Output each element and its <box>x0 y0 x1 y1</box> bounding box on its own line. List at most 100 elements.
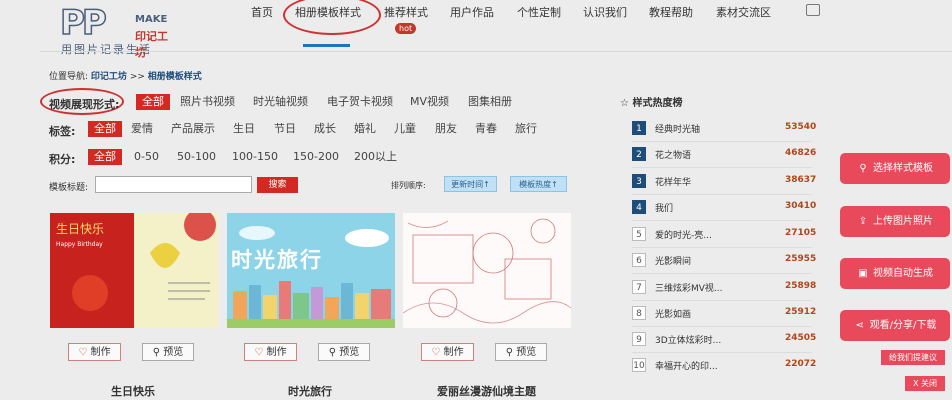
filter-points-50-100[interactable]: 50-100 <box>171 149 222 165</box>
filter-tag-wedding[interactable]: 婚礼 <box>348 121 382 137</box>
ranking-value: 30410 <box>785 201 817 211</box>
ranking-name[interactable]: 爱的时光-亮... <box>655 228 712 241</box>
heart-icon: ♡ <box>254 347 264 358</box>
filter-tag-growth[interactable]: 成长 <box>308 121 342 137</box>
ranking-name[interactable]: 三维炫彩MV视... <box>655 281 723 294</box>
tool-select-template[interactable]: ⚲ 选择样式模板 <box>840 153 950 184</box>
search-icon: ⚲ <box>859 163 867 174</box>
filter-tag-all[interactable]: 全部 <box>88 121 122 137</box>
search-input[interactable] <box>95 176 252 193</box>
ranking-row[interactable]: 7 三维炫彩MV视... 25898 <box>632 280 816 294</box>
filter-format-photobook[interactable]: 照片书视频 <box>174 94 241 110</box>
filter-tag-product[interactable]: 产品展示 <box>165 121 221 137</box>
nav-home[interactable]: 首页 <box>251 4 273 20</box>
preview-button-birthday[interactable]: ⚲ 预览 <box>142 343 194 361</box>
ranking-row[interactable]: 9 3D立体炫彩时... 24505 <box>632 332 816 346</box>
video-icon: ▣ <box>858 268 868 279</box>
filter-format-gallery[interactable]: 图集相册 <box>462 94 518 110</box>
filter-tag-love[interactable]: 爱情 <box>125 121 159 137</box>
filter-tag-travel[interactable]: 旅行 <box>509 121 543 137</box>
nav-tutorial[interactable]: 教程帮助 <box>649 4 693 20</box>
tool-auto-video[interactable]: ▣ 视频自动生成 <box>840 258 950 289</box>
filter-tag-birthday[interactable]: 生日 <box>227 121 261 137</box>
filter-format-mv[interactable]: MV视频 <box>404 94 455 110</box>
nav-recommended[interactable]: 推荐样式 <box>384 4 428 20</box>
preview-label: 预览 <box>163 347 184 358</box>
template-thumb-alice[interactable] <box>403 213 571 328</box>
make-button-birthday[interactable]: ♡ 制作 <box>68 343 121 361</box>
filter-tag-friends[interactable]: 朋友 <box>429 121 463 137</box>
template-title-alice[interactable]: 爱丽丝漫游仙境主题 <box>437 383 536 399</box>
site-logo[interactable]: PP MAKE 印记工坊 用图片记录生活 <box>59 4 170 59</box>
preview-button-time-travel[interactable]: ⚲ 预览 <box>318 343 370 361</box>
ranking-name[interactable]: 幸福开心的印... <box>655 359 718 372</box>
ranking-number: 10 <box>632 358 646 372</box>
ranking-row[interactable]: 2 花之物语 46826 <box>632 147 816 161</box>
filter-points-0-50[interactable]: 0-50 <box>128 149 165 165</box>
feedback-button[interactable]: 给我们提建议 <box>881 350 945 365</box>
template-thumb-birthday[interactable]: 生日快乐 Happy Birthday <box>50 213 218 328</box>
ranking-row[interactable]: 5 爱的时光-亮... 27105 <box>632 227 816 241</box>
ranking-row[interactable]: 3 花样年华 38637 <box>632 174 816 188</box>
nav-custom[interactable]: 个性定制 <box>517 4 561 20</box>
close-button[interactable]: X 关闭 <box>905 376 945 391</box>
ranking-value: 24505 <box>785 333 817 343</box>
ranking-separator <box>632 352 812 353</box>
ranking-row[interactable]: 8 光影如画 25912 <box>632 306 816 320</box>
heart-icon: ♡ <box>78 347 88 358</box>
message-icon[interactable] <box>806 4 820 16</box>
make-button-time-travel[interactable]: ♡ 制作 <box>244 343 297 361</box>
ranking-number: 2 <box>632 147 646 161</box>
filter-format-all[interactable]: 全部 <box>136 94 170 110</box>
ranking-value: 53540 <box>785 122 817 132</box>
filter-format-ecard[interactable]: 电子贺卡视频 <box>321 94 399 110</box>
ranking-separator <box>632 167 812 168</box>
birthday-thumb-subtext: Happy Birthday <box>56 241 103 248</box>
make-label: 制作 <box>266 347 287 358</box>
sort-updated-button[interactable]: 更新时间↑ <box>444 176 497 192</box>
ranking-separator <box>632 247 812 248</box>
ranking-row[interactable]: 1 经典时光轴 53540 <box>632 121 816 135</box>
filter-format-timeline[interactable]: 时光轴视频 <box>247 94 314 110</box>
preview-button-alice[interactable]: ⚲ 预览 <box>495 343 547 361</box>
template-title-time-travel[interactable]: 时光旅行 <box>288 383 332 399</box>
filter-tag-festival[interactable]: 节日 <box>268 121 302 137</box>
search-button[interactable]: 搜索 <box>257 177 298 193</box>
ranking-title: ☆ 样式热度榜 <box>620 94 682 109</box>
ranking-row[interactable]: 4 我们 30410 <box>632 200 816 214</box>
ranking-name[interactable]: 花之物语 <box>655 148 691 161</box>
ranking-name[interactable]: 光影瞬间 <box>655 254 691 267</box>
filter-points-200plus[interactable]: 200以上 <box>348 149 403 165</box>
ranking-name[interactable]: 光影如画 <box>655 307 691 320</box>
nav-materials[interactable]: 素材交流区 <box>716 4 771 20</box>
ranking-value: 25912 <box>785 307 817 317</box>
breadcrumb: 位置导航: 印记工坊 >> 相册模板样式 <box>49 69 202 82</box>
ranking-row[interactable]: 6 光影瞬间 25955 <box>632 253 816 267</box>
upload-icon: ⇪ <box>858 216 868 227</box>
filter-tag-youth[interactable]: 青春 <box>469 121 503 137</box>
ranking-separator <box>632 141 812 142</box>
ranking-row[interactable]: 10 幸福开心的印... 22072 <box>632 358 816 372</box>
ranking-name[interactable]: 3D立体炫彩时... <box>655 333 721 346</box>
filter-points-100-150[interactable]: 100-150 <box>226 149 284 165</box>
star-icon: ☆ <box>620 98 629 109</box>
tool-upload-photos[interactable]: ⇪ 上传图片照片 <box>840 206 950 237</box>
make-button-alice[interactable]: ♡ 制作 <box>421 343 474 361</box>
template-thumb-time-travel[interactable]: 时光旅行 <box>227 213 395 328</box>
ranking-name[interactable]: 花样年华 <box>655 175 691 188</box>
template-title-birthday[interactable]: 生日快乐 <box>111 383 155 399</box>
sort-popularity-button[interactable]: 模板热度↑ <box>510 176 567 192</box>
ranking-name[interactable]: 经典时光轴 <box>655 122 700 135</box>
filter-format-label: 视频展现形式: <box>49 98 120 111</box>
filter-points-all[interactable]: 全部 <box>88 149 122 165</box>
magnifier-icon: ⚲ <box>328 347 337 358</box>
tool-watch-share-download[interactable]: ⋖ 观看/分享/下载 <box>840 310 950 341</box>
filter-points-150-200[interactable]: 150-200 <box>287 149 345 165</box>
ranking-name[interactable]: 我们 <box>655 201 673 214</box>
nav-about[interactable]: 认识我们 <box>583 4 627 20</box>
filter-tag-kids[interactable]: 儿童 <box>388 121 422 137</box>
ranking-number: 1 <box>632 121 646 135</box>
breadcrumb-home[interactable]: 印记工坊 <box>91 72 127 82</box>
nav-user-works[interactable]: 用户作品 <box>450 4 494 20</box>
breadcrumb-current[interactable]: 相册模板样式 <box>148 72 202 82</box>
